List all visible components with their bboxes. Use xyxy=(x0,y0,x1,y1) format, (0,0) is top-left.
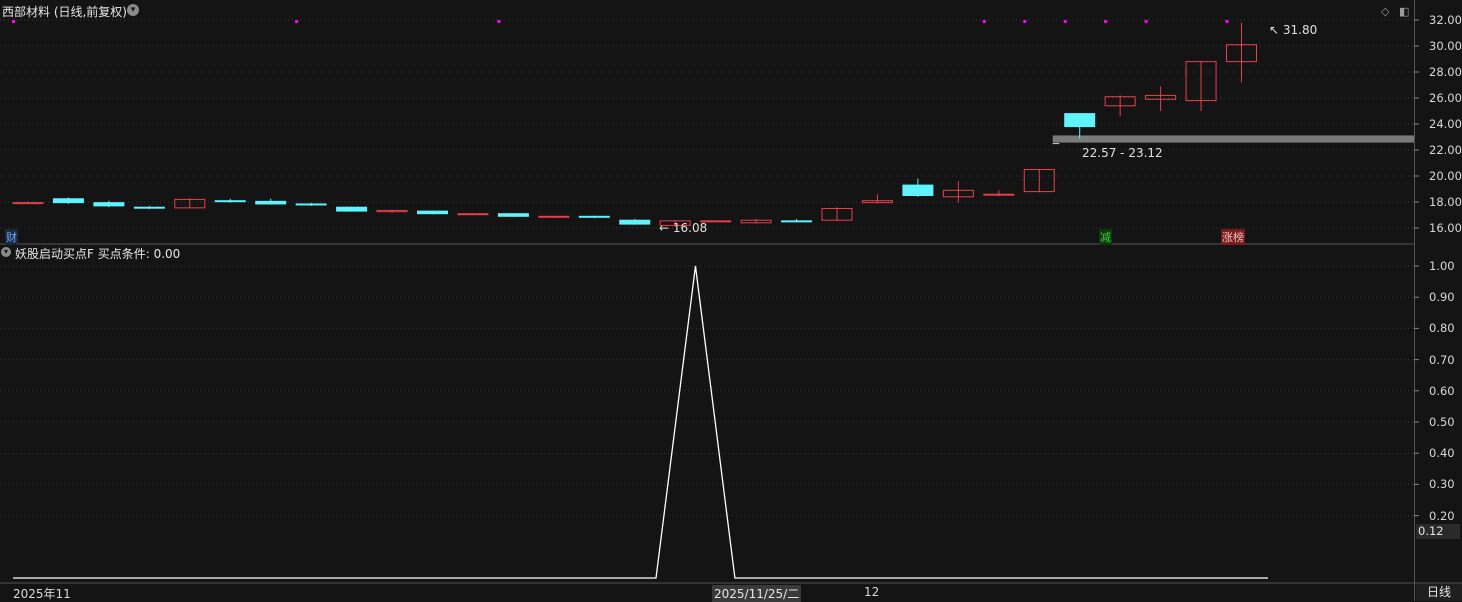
signal-marker xyxy=(497,20,501,23)
candle-body xyxy=(214,200,246,203)
indicator-current-value: 0.12 xyxy=(1416,524,1460,539)
indicator-tick-label: 0.80 xyxy=(1429,321,1455,336)
indicator-dropdown-icon[interactable]: ▾ xyxy=(1,247,11,257)
low-annotation: ← 16.08 xyxy=(659,221,708,235)
price-tick-label: 30.00 xyxy=(1429,39,1462,53)
candle-body xyxy=(255,200,287,205)
candle-body xyxy=(781,220,813,223)
candle-body xyxy=(133,206,165,209)
indicator-tick-label: 0.60 xyxy=(1429,383,1455,398)
candle-body xyxy=(417,210,448,215)
time-axis-month: 12 xyxy=(864,585,880,599)
support-band xyxy=(1052,135,1414,143)
price-tick-label: 26.00 xyxy=(1429,91,1462,105)
candle-body xyxy=(295,203,327,206)
price-tick-label: 20.00 xyxy=(1429,169,1462,183)
candle-body xyxy=(52,198,84,204)
candle-body xyxy=(538,215,570,218)
candle-body xyxy=(983,193,1015,196)
high-annotation: ↖ 31.80 xyxy=(1269,23,1318,37)
candle-body xyxy=(902,184,934,197)
candle-body xyxy=(457,213,489,216)
signal-marker xyxy=(1104,20,1108,23)
signal-marker xyxy=(982,20,986,23)
signal-marker xyxy=(295,20,299,23)
title-dropdown-icon[interactable]: ▾ xyxy=(127,4,139,16)
price-tick-label: 18.00 xyxy=(1429,195,1462,209)
period-selector[interactable]: 日线 xyxy=(1416,584,1462,601)
price-tick-label: 32.00 xyxy=(1429,13,1462,27)
chart-title: 西部材料 (日线,前复权) xyxy=(2,5,127,19)
chart-canvas[interactable] xyxy=(0,0,1462,601)
candle-body xyxy=(578,215,610,218)
signal-marker xyxy=(1144,20,1148,23)
signal-marker xyxy=(1225,20,1229,23)
candle-body xyxy=(1064,113,1096,128)
price-tick-label: 24.00 xyxy=(1429,117,1462,131)
support-range-label: 22.57 - 23.12 xyxy=(1082,146,1163,160)
price-tick-label: 16.00 xyxy=(1429,221,1462,235)
indicator-tick-label: 0.90 xyxy=(1429,290,1455,305)
indicator-tick-label: 0.40 xyxy=(1429,446,1455,461)
diamond-icon[interactable]: ◇ xyxy=(1381,5,1389,18)
candle-body xyxy=(93,202,125,207)
time-axis-start: 2025年11 xyxy=(13,587,71,601)
signal-marker xyxy=(1023,20,1027,23)
indicator-tick-label: 0.70 xyxy=(1429,352,1455,367)
high-price-label: 31.80 xyxy=(1282,23,1318,37)
candle-body xyxy=(619,219,651,225)
candle-body xyxy=(336,206,368,212)
panel-toggle-icon[interactable]: ◧ xyxy=(1399,5,1409,18)
price-tick-label: 22.00 xyxy=(1429,143,1462,157)
indicator-tick-label: 0.30 xyxy=(1429,477,1455,492)
signal-marker xyxy=(1063,20,1067,23)
indicator-tick-label: 1.00 xyxy=(1429,259,1455,273)
price-tick-label: 28.00 xyxy=(1429,65,1462,79)
candle-body xyxy=(497,213,529,217)
time-axis-cursor-label: 2025/11/25/二 xyxy=(712,585,802,602)
finance-tag[interactable]: 财 xyxy=(5,229,18,245)
indicator-tick-label: 0.20 xyxy=(1429,508,1455,523)
signal-marker xyxy=(12,20,15,23)
indicator-tick-label: 0.50 xyxy=(1429,415,1455,429)
candle-body xyxy=(12,202,44,205)
low-price-label: 16.08 xyxy=(672,221,708,235)
indicator-title: 妖股启动买点F 买点条件: 0.00 xyxy=(15,247,181,261)
reduce-tag[interactable]: 减 xyxy=(1099,229,1112,245)
limit-list-tag[interactable]: 涨榜 xyxy=(1221,229,1245,245)
